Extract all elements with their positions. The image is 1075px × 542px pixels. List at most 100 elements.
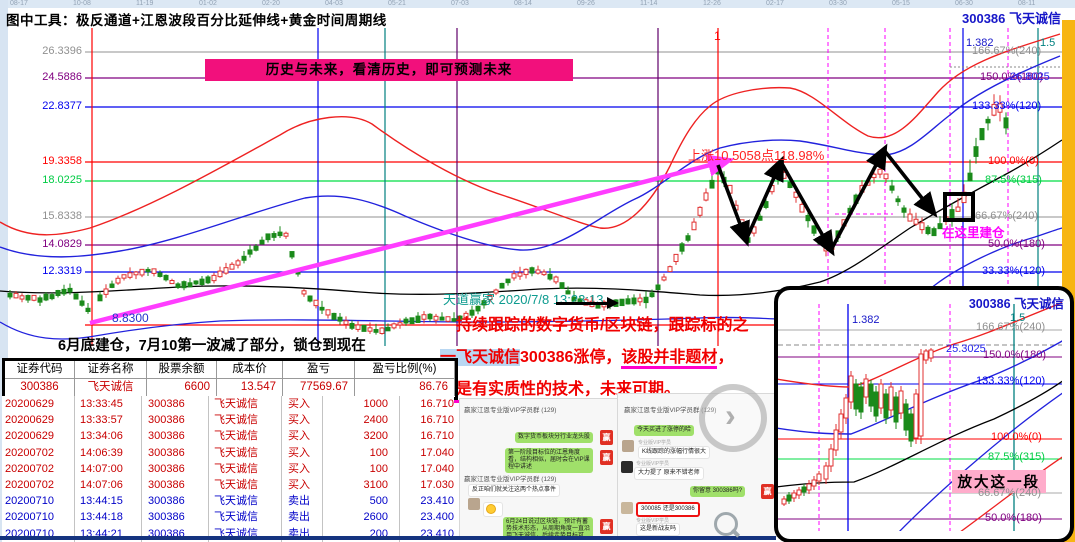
candle-body	[320, 307, 324, 310]
chat-bubble: K线跟踪的涨幅行情很大	[638, 446, 710, 459]
transaction-row[interactable]: 2020070214:07:00300386飞天诚信买入10017.040	[2, 461, 454, 477]
candle-body	[879, 384, 883, 408]
candle-body	[350, 324, 354, 329]
candle-body	[758, 216, 762, 220]
candle-body	[869, 384, 873, 406]
transaction-row[interactable]: 2020070214:07:06300386飞天诚信买入310017.030	[2, 477, 454, 493]
candle-body	[817, 474, 821, 481]
candle-body	[800, 204, 804, 212]
inset-zoom-chart: 300386 飞天诚信 1.382 1.5 25.3025 放大这一段 166.…	[774, 286, 1074, 542]
transaction-cell: 买入	[288, 396, 320, 412]
transaction-cell: 买入	[288, 477, 320, 493]
transaction-cell: 300386	[148, 461, 204, 477]
candle-body	[188, 283, 192, 287]
chat-bubble: 这是新战友吗	[636, 523, 680, 536]
transaction-cell: 16.710	[400, 428, 454, 444]
percent-axis-label: 100.0%(0)	[988, 155, 1039, 167]
transaction-cell: 卖出	[288, 493, 320, 509]
candle-body	[170, 281, 174, 284]
transaction-cell: 20200629	[5, 428, 71, 444]
candle-body	[548, 274, 552, 279]
transaction-row[interactable]: 2020070214:06:39300386飞天诚信买入10017.040	[2, 445, 454, 461]
win-seal-stamp: 赢	[761, 484, 774, 499]
candle-body	[20, 296, 24, 299]
candle-body	[854, 384, 858, 409]
candle-body	[818, 239, 822, 244]
transaction-cell: 飞天诚信	[214, 509, 276, 525]
holdings-cell: 86.76	[355, 379, 455, 396]
transaction-row[interactable]: 2020062913:34:06300386飞天诚信买入320016.710	[2, 428, 454, 444]
transaction-cell: 飞天诚信	[214, 445, 276, 461]
holdings-header-cell: 盈亏比例(%)	[355, 361, 455, 378]
candle-body	[242, 256, 246, 260]
chat-bubble: 今天买进了涨停的哈	[634, 425, 694, 436]
rise-annotation: 上涨10.5058点118.98%	[688, 145, 824, 164]
candle-body	[849, 376, 853, 402]
transaction-cell: 20200710	[5, 493, 71, 509]
candle-body	[248, 250, 252, 254]
percent-axis-label: 133.33%(120)	[972, 100, 1041, 112]
magnifier-icon[interactable]	[714, 512, 738, 536]
transaction-cell: 14:06:39	[80, 445, 138, 461]
candle-body	[176, 284, 180, 288]
banner-slogan: 历史与未来，看清历史，即可预测未来	[205, 59, 573, 81]
candle-body	[110, 284, 114, 287]
candle-body	[158, 273, 162, 276]
transaction-cell: 300386	[148, 445, 204, 461]
carousel-next-button[interactable]: ›	[699, 384, 767, 452]
candle-body	[518, 273, 522, 276]
win-seal-stamp: 赢	[600, 450, 613, 465]
candle-body	[632, 298, 636, 304]
candle-body	[902, 208, 906, 212]
transaction-cell: 飞天诚信	[214, 396, 276, 412]
holdings-row[interactable]: 300386飞天诚信660013.54777569.6786.76	[5, 379, 455, 396]
candle-body	[440, 317, 444, 320]
candle-body	[812, 226, 816, 233]
transaction-row[interactable]: 2020071013:44:18300386飞天诚信卖出260023.400	[2, 509, 454, 525]
candle-body	[164, 275, 168, 279]
price-axis-label: 26.3396	[20, 45, 82, 57]
transaction-row[interactable]: 2020071013:44:15300386飞天诚信卖出50023.410	[2, 493, 454, 509]
candle-body	[368, 328, 372, 331]
candle-body	[428, 314, 432, 318]
zigzag-arrow	[781, 162, 831, 250]
candle-body	[38, 298, 42, 302]
candle-body	[134, 272, 138, 275]
candle-body	[797, 490, 801, 495]
fib-15-label: 1.5	[1040, 37, 1055, 49]
candle-body	[326, 310, 330, 315]
candle-body	[968, 173, 972, 181]
holdings-table[interactable]: 证券代码证券名称股票余额成本价盈亏盈亏比例(%)300386飞天诚信660013…	[2, 358, 458, 400]
candle-body	[890, 186, 894, 190]
candle-body	[50, 295, 54, 299]
holdings-cell: 13.547	[217, 379, 283, 396]
chat-bubble: 第一阶段目标位的江恩角度看，结构相似，届时会在VIP课程中讲述	[505, 448, 593, 473]
candle-body	[668, 267, 672, 272]
win-seal-stamp: 赢	[600, 430, 613, 445]
transactions-table[interactable]: 2020062913:33:45300386飞天诚信买入100016.71020…	[2, 396, 454, 542]
candle-body	[146, 269, 150, 271]
candle-body	[812, 480, 816, 486]
transaction-cell: 100	[330, 461, 388, 477]
chat-bubble: 你留意 300386吗?	[690, 486, 745, 497]
candle-body	[626, 299, 630, 304]
candle-body	[896, 199, 900, 202]
inset-percent-label: 66.67%(240)	[978, 487, 1041, 499]
candle-body	[506, 279, 510, 283]
candle-body	[980, 129, 984, 140]
candle-body	[116, 278, 120, 283]
candle-body	[302, 291, 306, 294]
build-position-label: 在这里建仓	[942, 222, 1005, 241]
transaction-cell: 23.410	[400, 493, 454, 509]
candle-body	[122, 275, 126, 278]
transaction-cell: 14:07:00	[80, 461, 138, 477]
candle-body	[230, 264, 234, 269]
transaction-row[interactable]: 2020062913:33:45300386飞天诚信买入100016.710	[2, 396, 454, 412]
fib-1382-label: 1.382	[966, 37, 994, 49]
transaction-row[interactable]: 2020062913:33:57300386飞天诚信买入240016.710	[2, 412, 454, 428]
candle-body	[864, 379, 868, 397]
transaction-cell: 20200629	[5, 412, 71, 428]
candle-body	[332, 313, 336, 319]
candle-body	[710, 180, 714, 188]
candle-body	[674, 254, 678, 261]
